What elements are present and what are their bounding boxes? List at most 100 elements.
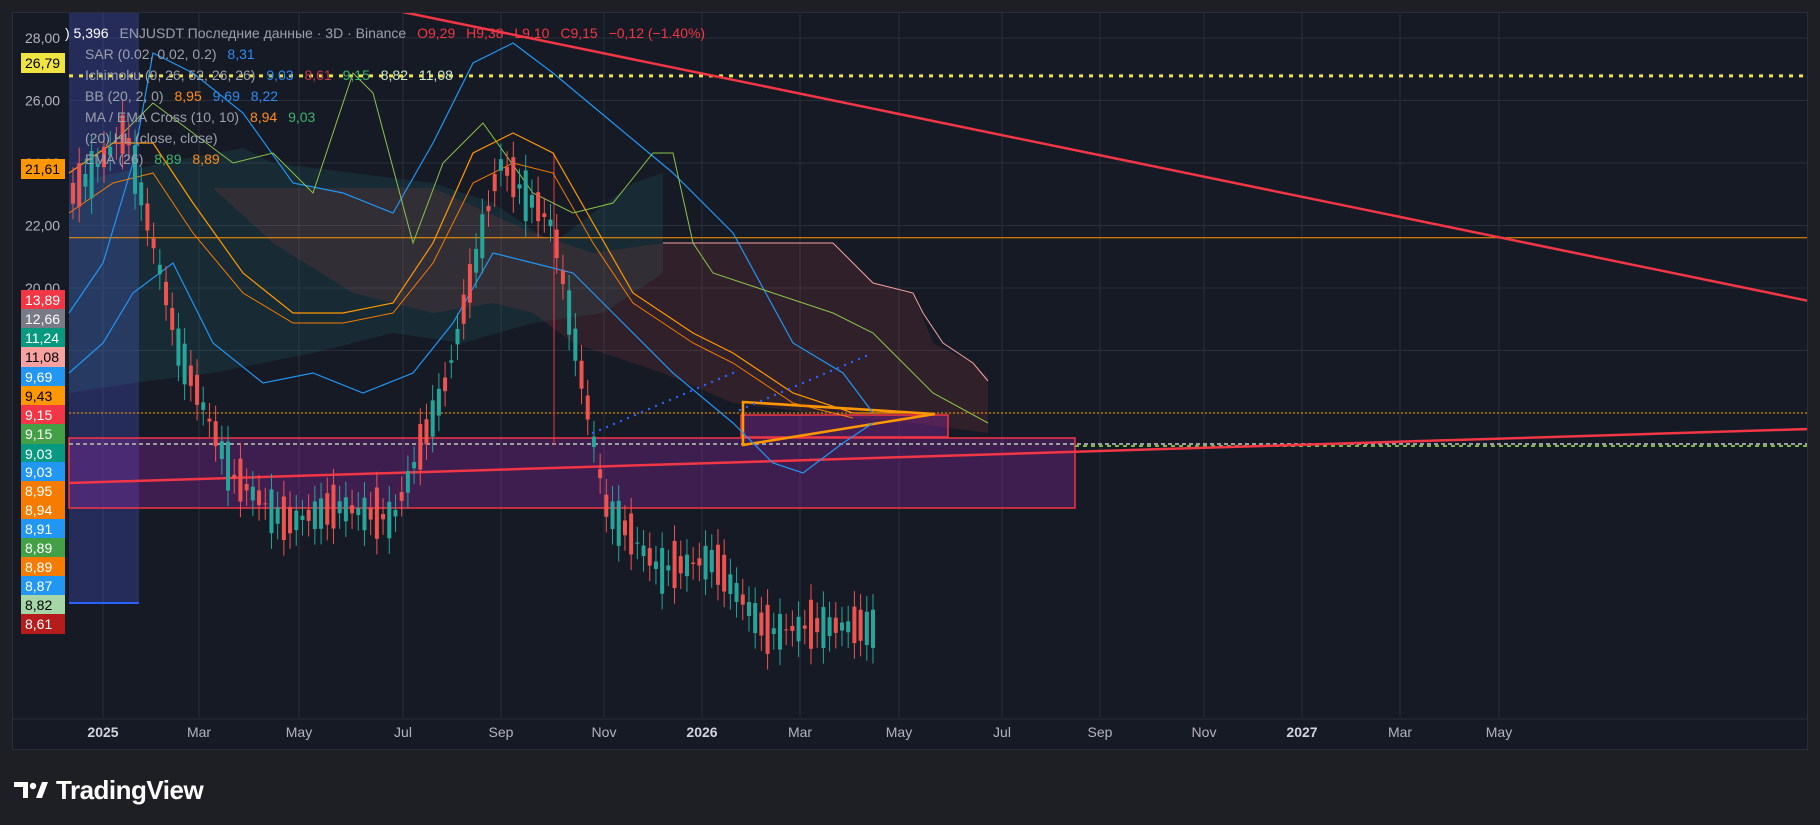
candle-body	[83, 173, 88, 187]
candle-body	[350, 505, 355, 514]
candle-body	[691, 562, 696, 565]
legend-sar-row[interactable]: SAR (0.02, 0.02, 0.2) 8,31	[85, 44, 712, 65]
x-tick-label: Mar	[788, 724, 812, 740]
sar-dot	[598, 428, 602, 432]
legend-ichimoku-value: 9,03	[266, 67, 294, 83]
legend-bb-value: 9,69	[212, 88, 240, 104]
candle-body	[635, 542, 640, 544]
candle-body	[492, 173, 497, 192]
x-tick-label: May	[286, 724, 312, 740]
candle-body	[449, 360, 454, 363]
candle-body	[647, 548, 652, 566]
candle-body	[622, 520, 627, 536]
sar-dot	[766, 396, 770, 400]
sar-dot	[647, 407, 651, 411]
candle-body	[672, 540, 677, 589]
legend-bb-row[interactable]: BB (20, 2, 0) 8,95 9,69 8,22	[85, 86, 712, 107]
candle-body	[480, 214, 485, 259]
candle-body	[653, 561, 658, 569]
sar-dot	[773, 393, 777, 397]
candle-body	[170, 308, 175, 330]
candle-body	[387, 501, 392, 539]
candle-body	[436, 388, 441, 416]
legend-ichimoku-value: 8,82	[380, 67, 408, 83]
brand-name[interactable]: TradingView	[56, 775, 204, 806]
candle-body	[808, 599, 813, 649]
candle-body	[684, 554, 689, 577]
legend-prefix: ) 5,396	[65, 25, 109, 41]
candle-body	[821, 606, 826, 648]
x-tick-label: Jul	[394, 724, 412, 740]
chart-frame[interactable]: 28,0026,0024,0022,0020,0018,0016,002025M…	[12, 12, 1808, 750]
candle-body	[412, 462, 417, 469]
legend-ema-row[interactable]: EMA (26) 8,89 8,89	[85, 149, 712, 170]
price-tag: 11,24	[21, 328, 65, 348]
sar-dot	[724, 374, 728, 378]
legend-ema-cross-row[interactable]: MA / EMA Cross (10, 10) 8,94 9,03	[85, 107, 712, 128]
y-tick-label: 26,00	[25, 93, 60, 109]
candle-body	[554, 229, 559, 259]
candle-body	[362, 497, 367, 531]
candle-body	[833, 617, 838, 633]
sar-dot	[668, 398, 672, 402]
candle-body	[188, 365, 193, 386]
candle-body	[356, 507, 361, 516]
legend-high: H9,38	[466, 25, 504, 41]
candle-body	[678, 556, 683, 574]
candle-body	[176, 328, 181, 366]
legend-ichimoku-value: 11,08	[418, 67, 453, 83]
candle-body	[585, 395, 590, 420]
sar-dot	[829, 369, 833, 373]
sar-dot	[738, 408, 742, 412]
candle-body	[616, 500, 621, 546]
candle-body	[858, 609, 863, 641]
x-tick-label: Sep	[1088, 724, 1113, 740]
legend-ichimoku-row[interactable]: Ichimoku (9, 26, 52, 26, 26) 9,03 8,61 9…	[85, 65, 712, 86]
candle-body	[343, 497, 348, 522]
x-tick-label: May	[886, 724, 912, 740]
sar-dot	[787, 387, 791, 391]
candle-body	[269, 489, 274, 534]
candle-body	[871, 609, 875, 648]
sar-dot	[612, 422, 616, 426]
candle-body	[852, 606, 857, 644]
candle-body	[331, 484, 336, 529]
legend-ichimoku-value: 9,15	[342, 67, 370, 83]
candle-body	[815, 618, 820, 633]
candle-body	[610, 501, 615, 530]
candle-body	[232, 474, 237, 479]
candle-body	[827, 617, 832, 636]
candle-body	[164, 281, 169, 306]
legend-close: C9,15	[560, 25, 598, 41]
legend-ichimoku-label: Ichimoku (9, 26, 52, 26, 26)	[85, 67, 256, 83]
candle-body	[846, 621, 851, 633]
legend-ema-label: EMA (26)	[85, 151, 144, 167]
sar-dot	[752, 402, 756, 406]
candle-body	[548, 219, 553, 227]
sar-dot	[710, 380, 714, 384]
candle-body	[226, 441, 231, 491]
sar-dot	[696, 386, 700, 390]
candle-body	[418, 424, 423, 470]
candle-body	[281, 496, 286, 540]
candle-body	[523, 170, 528, 222]
sar-dot	[591, 431, 595, 435]
sar-dot	[808, 378, 812, 382]
candle-body	[765, 604, 770, 654]
candle-body	[238, 458, 243, 502]
candle-body	[536, 192, 541, 222]
legend-main-row: ) 5,396 ENJUSDT Последние данные · 3D · …	[65, 23, 712, 44]
legend-hl-row[interactable]: (20) HL (close, close)	[85, 128, 712, 149]
candle-body	[257, 490, 262, 506]
price-tag: 21,61	[21, 159, 65, 179]
legend-symbol[interactable]: ENJUSDT Последние данные · 3D · Binance	[119, 25, 406, 41]
tradingview-logo-icon[interactable]	[14, 778, 50, 802]
legend-ema-cross-value: 8,94	[249, 109, 278, 125]
x-tick-label: Sep	[489, 724, 514, 740]
candle-body	[368, 507, 373, 520]
candle-body	[207, 418, 212, 422]
candle-body	[430, 400, 435, 437]
candle-body	[300, 515, 305, 520]
candle-body	[790, 625, 795, 631]
candle-body	[145, 203, 150, 231]
